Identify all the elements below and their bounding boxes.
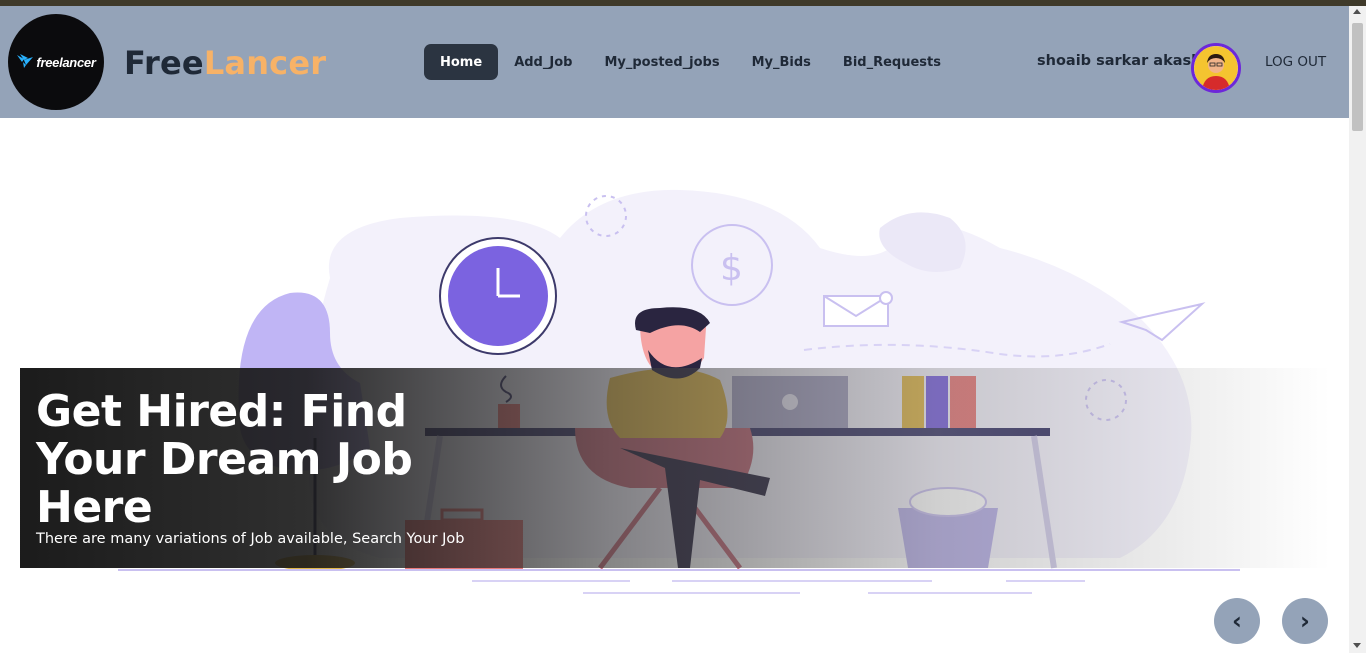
- user-name: shoaib sarkar akash: [1037, 53, 1202, 69]
- nav-home[interactable]: Home: [424, 44, 499, 80]
- hero-carousel: $ Get Hired: Find Your Dream Job Here Th…: [0, 118, 1349, 653]
- nav-links: Home Add_Job My_posted_jobs My_Bids Bid_…: [424, 44, 957, 80]
- logo[interactable]: freelancer: [8, 14, 104, 110]
- nav-bid-requests[interactable]: Bid_Requests: [827, 44, 957, 80]
- scrollbar[interactable]: [1349, 6, 1366, 653]
- scroll-thumb[interactable]: [1352, 23, 1363, 131]
- chevron-left-icon: ‹: [1232, 607, 1242, 635]
- nav-my-posted-jobs[interactable]: My_posted_jobs: [588, 44, 735, 80]
- nav-add-job[interactable]: Add_Job: [498, 44, 588, 80]
- hero-title: Get Hired: Find Your Dream Job Here: [36, 386, 413, 533]
- navbar: freelancer FreeLancer Home Add_Job My_po…: [0, 6, 1349, 118]
- bird-icon: [16, 53, 34, 72]
- brand-title: FreeLancer: [124, 44, 326, 82]
- scroll-up-icon[interactable]: [1353, 9, 1361, 14]
- hero-subtitle: There are many variations of Job availab…: [36, 531, 465, 547]
- brand-part-1: Free: [124, 44, 204, 82]
- logout-button[interactable]: LOG OUT: [1265, 54, 1326, 70]
- avatar[interactable]: [1191, 43, 1241, 93]
- carousel-prev-button[interactable]: ‹: [1214, 598, 1260, 644]
- nav-my-bids[interactable]: My_Bids: [736, 44, 827, 80]
- carousel-next-button[interactable]: ›: [1282, 598, 1328, 644]
- scroll-down-icon[interactable]: [1353, 643, 1361, 648]
- brand-part-2: Lancer: [203, 44, 327, 82]
- svg-text:$: $: [720, 248, 743, 289]
- logo-text: freelancer: [36, 54, 96, 70]
- chevron-right-icon: ›: [1300, 607, 1310, 635]
